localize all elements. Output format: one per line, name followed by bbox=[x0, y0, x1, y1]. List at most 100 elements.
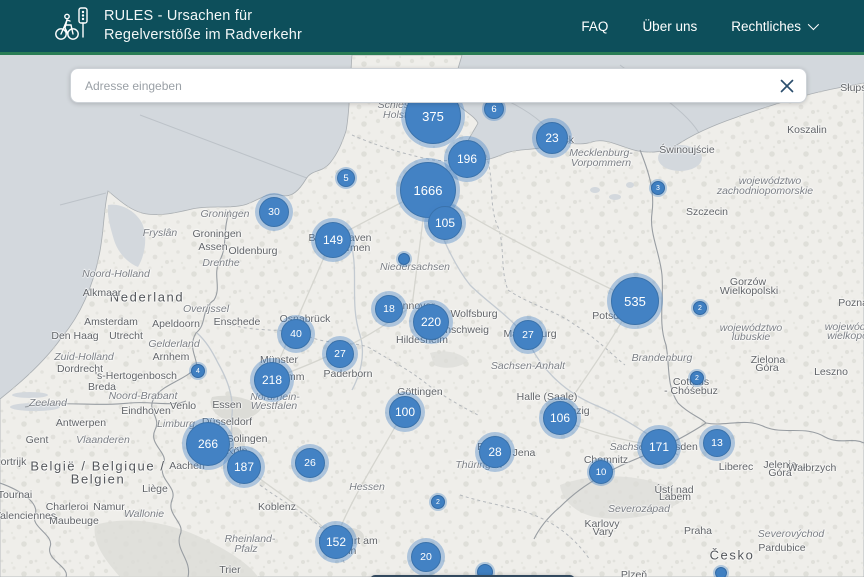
map-cluster[interactable]: 20 bbox=[411, 542, 441, 572]
map-cluster[interactable]: 218 bbox=[254, 362, 290, 398]
header-logo[interactable]: RULES - Ursachen für Regelverstöße im Ra… bbox=[52, 4, 302, 49]
map-cluster[interactable]: 152 bbox=[319, 525, 353, 559]
map-marker-dot[interactable]: 4 bbox=[191, 364, 205, 378]
map-cluster[interactable]: 27 bbox=[326, 340, 354, 368]
map-label: Utrecht bbox=[109, 330, 143, 342]
map-label: województwo bbox=[720, 322, 782, 334]
map-label: Paderborn bbox=[323, 368, 372, 380]
map-marker-dot[interactable]: 3 bbox=[651, 181, 665, 195]
map-label: Labem bbox=[659, 491, 691, 503]
map-label: Pfalz bbox=[234, 543, 257, 555]
map-label: België / Belgique / bbox=[30, 459, 165, 474]
map-label: Belgien bbox=[71, 472, 126, 487]
map-label: Ústí nad bbox=[654, 484, 693, 496]
map-marker-dot[interactable]: 2 bbox=[690, 371, 704, 385]
map-label: Vary bbox=[593, 526, 614, 538]
map-label: Severozápad bbox=[608, 503, 670, 515]
map-label: Severovýchod bbox=[758, 528, 825, 540]
map-label: województwo bbox=[739, 175, 801, 187]
map-cluster[interactable]: 266 bbox=[186, 422, 230, 466]
map-cluster[interactable]: 105 bbox=[428, 206, 462, 240]
map-cluster[interactable]: 30 bbox=[259, 197, 289, 227]
map-label: Trier bbox=[219, 564, 240, 576]
map-label: Maubeuge bbox=[49, 515, 99, 527]
map-label: Zuid-Holland bbox=[54, 351, 114, 363]
map-label: Assen bbox=[198, 241, 227, 253]
map-cluster[interactable]: 18 bbox=[375, 295, 403, 323]
map-label: Fryslân bbox=[143, 227, 177, 239]
map-cluster[interactable]: 100 bbox=[389, 396, 421, 428]
cyclist-traffic-light-icon bbox=[52, 4, 92, 49]
map-label: Słupsk bbox=[840, 82, 864, 94]
map-label: zachodniopomorskie bbox=[717, 185, 813, 197]
page-title: RULES - Ursachen für Regelverstöße im Ra… bbox=[104, 7, 302, 45]
map-cluster[interactable]: 220 bbox=[413, 304, 449, 340]
map-label: Nederland bbox=[110, 290, 184, 305]
map-label: Oldenburg bbox=[228, 245, 277, 257]
nav-item--ber-uns[interactable]: Über uns bbox=[642, 19, 697, 34]
map-label: Overijssel bbox=[183, 303, 229, 315]
map-label: Apeldoorn bbox=[152, 318, 200, 330]
map-cluster[interactable]: 28 bbox=[479, 436, 511, 468]
map-label: Groningen bbox=[200, 208, 249, 220]
map-label: Rheinland- bbox=[225, 533, 276, 545]
map-label: Wielkopolski bbox=[720, 285, 778, 297]
map-label: Eindhoven bbox=[121, 405, 171, 417]
map-marker-dot[interactable]: 2 bbox=[693, 301, 707, 315]
address-search bbox=[70, 68, 807, 103]
map-label: Dordrecht bbox=[57, 363, 103, 375]
map-label: Hessen bbox=[349, 481, 385, 493]
map-label: Wolfsburg bbox=[450, 308, 497, 320]
map-label: Vlaanderen bbox=[76, 434, 130, 446]
map-cluster[interactable]: 196 bbox=[448, 140, 486, 178]
map-label: Niedersachsen bbox=[380, 261, 450, 273]
map-cluster[interactable]: 5 bbox=[337, 169, 355, 187]
map-cluster[interactable]: 27 bbox=[513, 320, 543, 350]
close-icon[interactable] bbox=[772, 71, 802, 101]
map-marker-dot[interactable] bbox=[398, 253, 410, 265]
map-cluster[interactable]: 535 bbox=[611, 277, 659, 325]
map-marker-dot[interactable]: 2 bbox=[431, 495, 445, 509]
map-cluster[interactable]: 40 bbox=[281, 319, 311, 349]
map-label: Namur bbox=[93, 501, 125, 513]
map-label: Zeeland bbox=[29, 397, 67, 409]
map-label: Praha bbox=[684, 525, 712, 537]
map-cluster[interactable]: 26 bbox=[295, 448, 325, 478]
nav-item-faq[interactable]: FAQ bbox=[581, 19, 608, 34]
map-label: Góra bbox=[755, 362, 778, 374]
map-label: Venlo bbox=[170, 400, 196, 412]
map-label: Antwerpen bbox=[56, 417, 106, 429]
map-cluster[interactable]: 149 bbox=[315, 222, 351, 258]
map-cluster[interactable]: 23 bbox=[536, 122, 568, 154]
map-label: Drenthe bbox=[202, 257, 239, 269]
map-label: Pardubice bbox=[758, 542, 805, 554]
map-label: Poznań bbox=[838, 297, 864, 309]
map-cluster[interactable]: 106 bbox=[543, 401, 577, 435]
map-label: Karlovy bbox=[584, 518, 619, 530]
map-label: Breda bbox=[88, 381, 116, 393]
map-label: Koszalin bbox=[787, 124, 827, 136]
map-label: Noord-Holland bbox=[82, 268, 150, 280]
map-cluster[interactable]: 13 bbox=[703, 429, 731, 457]
map-label: Góra bbox=[768, 467, 791, 479]
nav-item-rechtliches[interactable]: Rechtliches bbox=[731, 19, 816, 34]
map-label: wielkopolskie bbox=[827, 330, 864, 342]
map-label: Świnoujście bbox=[659, 144, 714, 156]
header-nav: FAQ Über uns Rechtliches bbox=[581, 19, 816, 34]
map-label: Solingen bbox=[227, 433, 268, 445]
map-label: Charleroi bbox=[46, 501, 89, 513]
map-cluster[interactable]: 171 bbox=[641, 429, 677, 465]
map-label: Noord-Brabant bbox=[109, 390, 178, 402]
map-cluster[interactable]: 10 bbox=[589, 460, 613, 484]
map-label: Gent bbox=[26, 434, 49, 446]
map-label: Liège bbox=[142, 483, 168, 495]
map-label: Brandenburg bbox=[632, 352, 693, 364]
map-label: Česko bbox=[710, 548, 755, 563]
map-marker-dot[interactable] bbox=[715, 567, 727, 577]
map-viewport[interactable]: Nederland België / Belgique /Belgien Česko… bbox=[0, 55, 864, 577]
map-label: lubuskie bbox=[732, 331, 771, 343]
map-cluster[interactable]: 187 bbox=[227, 450, 261, 484]
map-label: Amsterdam bbox=[84, 316, 138, 328]
search-input[interactable] bbox=[71, 79, 772, 93]
map-label: Wallonie bbox=[124, 508, 164, 520]
